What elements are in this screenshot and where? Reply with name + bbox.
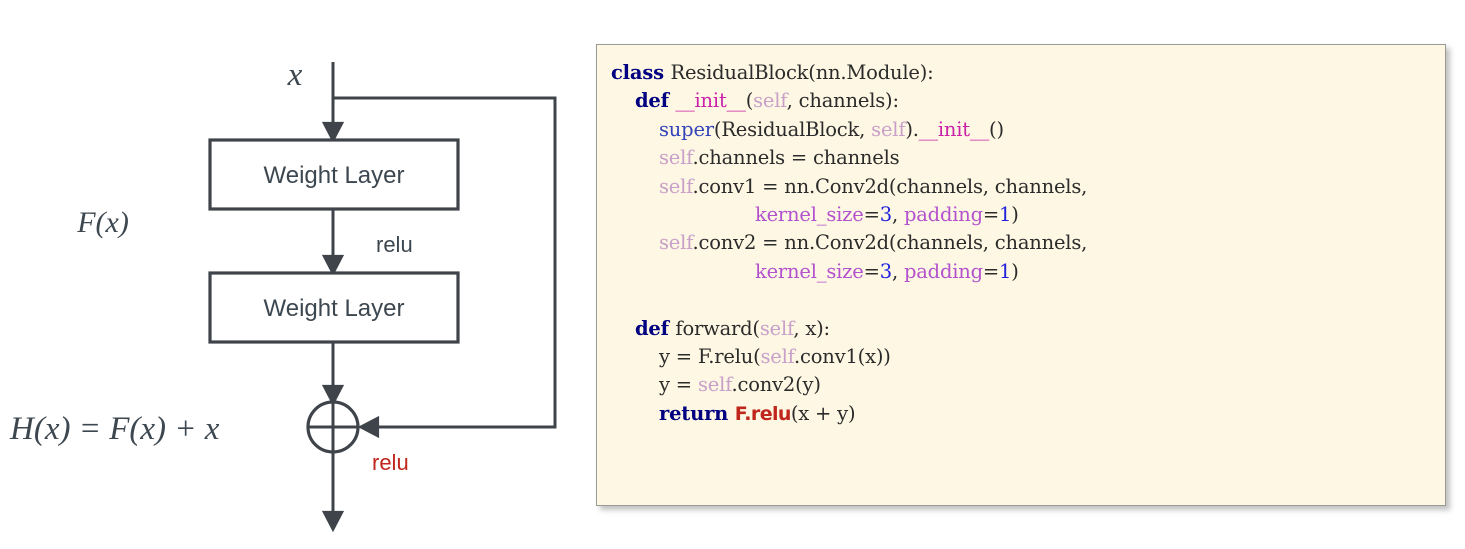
code-token: self — [753, 89, 787, 113]
residual-block-diagram: x Weight Layer relu F(x) Weight Layer H(… — [0, 0, 595, 549]
code-token: kernel_size — [754, 203, 864, 227]
code-block-panel: class ResidualBlock(nn.Module): def __in… — [596, 44, 1446, 506]
code-line: def __init__(self, channels): — [611, 89, 899, 112]
code-line: kernel_size=3, padding=1) — [611, 260, 1019, 283]
code-token: (ResidualBlock, — [713, 117, 872, 141]
code-token: , x): — [793, 316, 830, 340]
residual-function-label: F(x) — [76, 206, 129, 239]
code-token: .conv2 = nn.Conv2d(channels, channels, — [692, 231, 1088, 255]
code-token: .channels = channels — [692, 146, 900, 170]
code-token: = — [982, 259, 1000, 283]
code-token: 1 — [999, 203, 1012, 227]
code-line — [611, 288, 617, 311]
code-token: padding — [903, 203, 983, 227]
code-token: def — [635, 89, 676, 113]
code-token: , — [891, 203, 904, 227]
code-token: super — [659, 117, 714, 141]
code-token: 3 — [879, 259, 892, 283]
code-token: forward( — [675, 316, 760, 340]
code-token: .conv1(x)) — [794, 345, 891, 369]
output-equation-label: H(x) = F(x) + x — [9, 411, 220, 447]
code-line: class ResidualBlock(nn.Module): — [611, 61, 934, 84]
code-token: padding — [903, 259, 983, 283]
code-token: = — [863, 259, 880, 283]
code-token: self — [760, 345, 795, 369]
code-line: self.conv2 = nn.Conv2d(channels, channel… — [611, 231, 1087, 254]
code-line: self.conv1 = nn.Conv2d(channels, channel… — [611, 175, 1087, 198]
code-line: def forward(self, x): — [611, 317, 830, 340]
code-line: self.channels = channels — [611, 146, 900, 170]
python-source-code: class ResidualBlock(nn.Module): def __in… — [597, 45, 1445, 438]
code-token: self — [697, 373, 732, 397]
code-token: self — [871, 117, 906, 141]
code-token: self — [659, 231, 693, 255]
code-token: 3 — [879, 203, 892, 227]
code-token: ) — [1011, 203, 1019, 227]
relu-label-output: relu — [372, 450, 409, 475]
code-token: () — [989, 117, 1004, 141]
weight-layer-label-top: Weight Layer — [264, 162, 405, 189]
code-token: self — [759, 316, 794, 340]
code-token: ) — [1011, 259, 1019, 283]
code-line: super(ResidualBlock, self).__init__() — [611, 118, 1004, 141]
code-token: return — [659, 401, 735, 425]
code-token: ResidualBlock(nn.Module): — [670, 61, 934, 84]
code-token: kernel_size — [754, 259, 864, 283]
relu-label-mid: relu — [376, 232, 413, 257]
input-label: x — [287, 57, 303, 93]
code-token: y = — [611, 373, 698, 397]
code-token: 1 — [999, 259, 1012, 283]
code-token: = — [982, 203, 1000, 227]
code-token: __init__ — [675, 89, 746, 113]
code-token: , channels): — [786, 89, 899, 113]
code-line: y = F.relu(self.conv1(x)) — [611, 345, 891, 368]
code-token: .conv2(y) — [731, 373, 821, 397]
code-token: self — [659, 174, 693, 198]
code-token: (x + y) — [790, 401, 856, 425]
code-token: , — [891, 259, 904, 283]
code-token: __init__ — [918, 117, 990, 141]
code-line: kernel_size=3, padding=1) — [611, 203, 1019, 226]
code-token: .conv1 = nn.Conv2d(channels, channels, — [692, 174, 1088, 198]
code-token: class — [611, 61, 671, 84]
code-line: y = self.conv2(y) — [611, 373, 821, 396]
weight-layer-label-bottom: Weight Layer — [264, 295, 405, 322]
code-token: self — [659, 146, 693, 170]
code-token: ). — [905, 117, 919, 141]
code-token: ( — [745, 89, 754, 113]
diagram-canvas: x Weight Layer relu F(x) Weight Layer H(… — [9, 57, 557, 533]
code-token: F.relu — [734, 402, 792, 425]
code-token: = — [863, 203, 880, 227]
code-line: return F.relu(x + y) — [611, 401, 856, 425]
code-token: def — [635, 316, 676, 340]
code-token: y = F.relu( — [611, 345, 761, 369]
